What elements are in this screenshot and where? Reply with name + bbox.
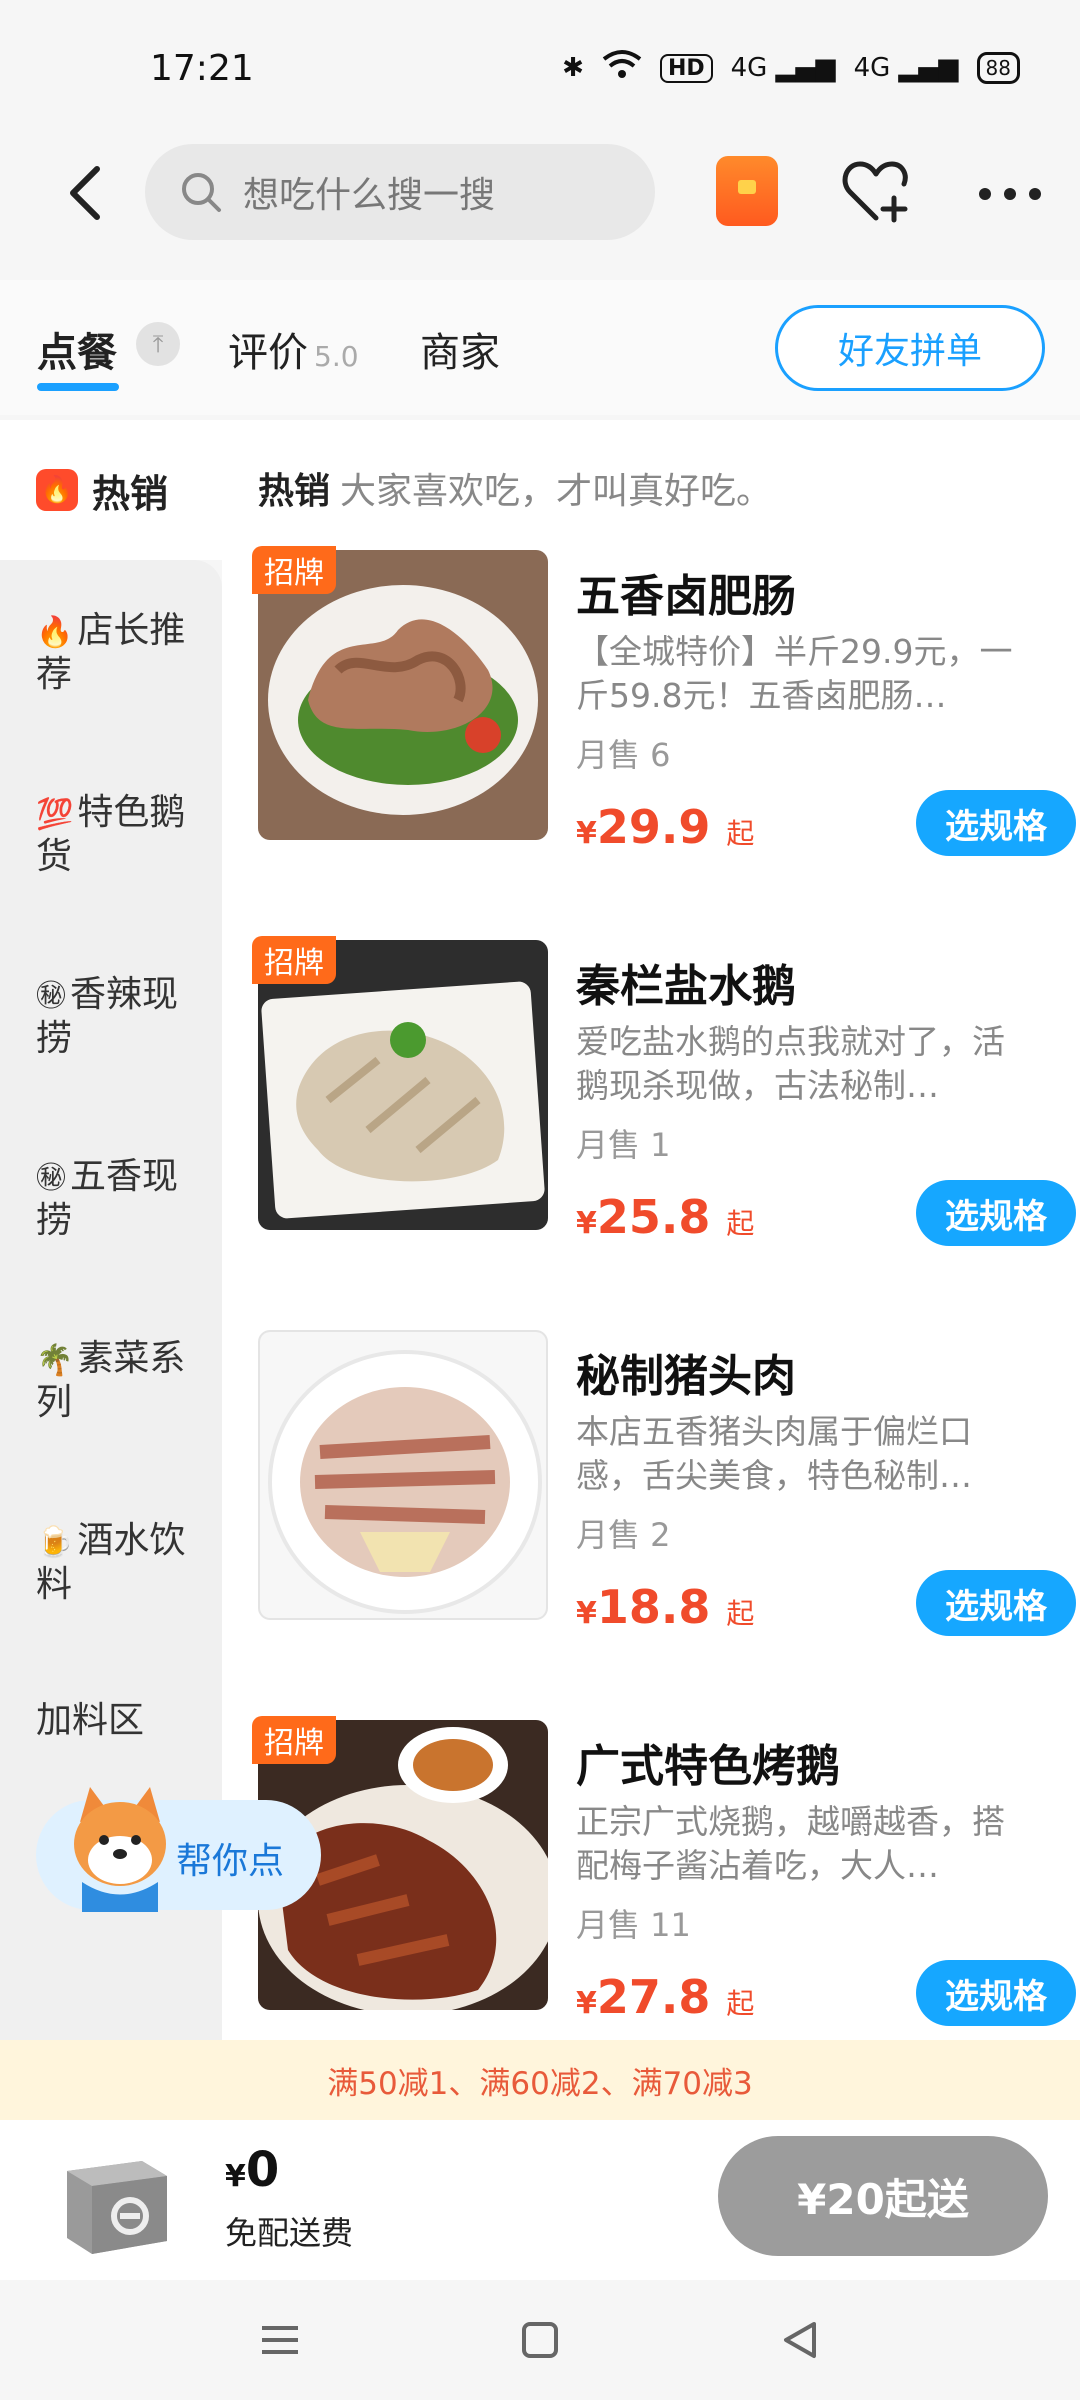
- product-item[interactable]: 招牌 秦栏盐水鹅 爱吃盐水鹅的点我就对了，活鹅现杀现做，古法秘制… 月售 1 ¥…: [252, 936, 1076, 1246]
- hundred-icon: 💯: [36, 797, 74, 832]
- monthly-sales: 月售 1: [576, 1126, 671, 1164]
- menu-nav-button[interactable]: [250, 2310, 310, 2370]
- status-icons: ✱ HD 4G ▂▄▆ 4G ▂▄▆ 88: [562, 49, 1020, 88]
- sidebar-item-five-spice[interactable]: ㊙五香现捞: [36, 1156, 196, 1242]
- battery-icon: 88: [976, 52, 1020, 84]
- favorite-add-button[interactable]: [840, 156, 912, 228]
- signature-badge: 招牌: [252, 936, 336, 984]
- product-price: ¥29.9 起: [576, 800, 755, 854]
- red-packet-icon[interactable]: [716, 156, 778, 226]
- pin-top-icon[interactable]: ⤒: [136, 322, 180, 366]
- group-order-button[interactable]: 好友拼单: [775, 305, 1045, 391]
- product-price: ¥27.8 起: [576, 1970, 755, 2024]
- signature-badge: 招牌: [252, 1716, 336, 1764]
- help-order-label: 帮你点: [176, 1841, 285, 1882]
- product-description: 爱吃盐水鹅的点我就对了，活鹅现杀现做，古法秘制…: [576, 1022, 1005, 1105]
- promo-bar[interactable]: 满50减1、满60减2、满70减3: [0, 2040, 1080, 2120]
- product-list: 热销 大家喜欢吃，才叫真好吃。 招牌 五香卤肥肠 【全城特价】半斤29.9元，一斤…: [222, 420, 1080, 2040]
- status-time: 17:21: [150, 47, 254, 89]
- section-title: 热销: [258, 471, 331, 512]
- fire-icon: 🔥: [36, 615, 74, 650]
- back-button[interactable]: [50, 148, 120, 238]
- signature-badge: 招牌: [252, 546, 336, 594]
- more-icon: [979, 188, 1041, 200]
- back-nav-button[interactable]: [770, 2310, 830, 2370]
- heart-plus-icon: [842, 161, 908, 223]
- flame-icon: 🔥: [36, 469, 78, 511]
- product-item[interactable]: 招牌 五香卤肥肠 【全城特价】半斤29.9元，一斤59.8元！五香卤肥肠… 月售…: [252, 546, 1076, 856]
- product-title[interactable]: 五香卤肥肠: [576, 560, 796, 624]
- square-icon: [522, 2322, 558, 2358]
- system-nav-bar: [0, 2280, 1080, 2400]
- product-description: 【全城特价】半斤29.9元，一斤59.8元！五香卤肥肠…: [576, 632, 1013, 715]
- status-bar: 17:21 ✱ HD 4G ▂▄▆ 4G ▂▄▆ 88: [0, 0, 1080, 136]
- select-spec-button[interactable]: 选规格: [916, 1960, 1076, 2026]
- cart-bar: ¥0 免配送费 ¥20起送: [0, 2120, 1080, 2280]
- sidebar-item-label: 加料区: [36, 1700, 145, 1741]
- monthly-sales: 月售 11: [576, 1906, 691, 1944]
- tab-order[interactable]: 点餐: [37, 320, 117, 378]
- select-spec-button[interactable]: 选规格: [916, 1180, 1076, 1246]
- product-description: 本店五香猪头肉属于偏烂口感，舌尖美食，特色秘制…: [576, 1412, 972, 1495]
- select-spec-button[interactable]: 选规格: [916, 1570, 1076, 1636]
- monthly-sales: 月售 6: [576, 736, 671, 774]
- promo-text: 满50减1、满60减2、满70减3: [327, 2065, 753, 2102]
- sidebar-item-goose[interactable]: 💯 特色鹅货: [36, 792, 196, 878]
- hd-icon: HD: [659, 53, 713, 83]
- tab-merchant[interactable]: 商家: [420, 320, 500, 378]
- signal-icon-2: 4G ▂▄▆: [853, 53, 959, 83]
- sidebar-item-label: 热销: [92, 471, 169, 516]
- help-order-button[interactable]: 帮你点: [36, 1787, 321, 1912]
- tab-reviews[interactable]: 评价 5.0: [228, 320, 359, 378]
- search-input[interactable]: 想吃什么搜一搜: [145, 144, 655, 240]
- shiba-mascot-icon: [74, 1787, 166, 1912]
- secret-icon: ㊙: [36, 1161, 66, 1196]
- chevron-left-icon: [70, 166, 100, 220]
- signal-icon-1: 4G ▂▄▆: [730, 53, 836, 83]
- select-spec-button[interactable]: 选规格: [916, 790, 1076, 856]
- product-price: ¥18.8 起: [576, 1580, 755, 1634]
- search-icon: [182, 173, 221, 212]
- product-item[interactable]: 招牌 广式特色烤鹅 正宗广式烧鹅，越嚼越香，搭配梅子酱沾着吃，大人… 月售 11…: [252, 1716, 1076, 2026]
- home-nav-button[interactable]: [510, 2310, 570, 2370]
- sidebar-item-manager-pick[interactable]: 🔥 店长推荐: [36, 610, 196, 696]
- cart-box-icon[interactable]: [52, 2136, 182, 2266]
- cart-total: ¥0: [225, 2142, 280, 2198]
- sidebar-item-hot[interactable]: 🔥 热销: [0, 420, 222, 560]
- tab-underline: [37, 383, 119, 391]
- monthly-sales: 月售 2: [576, 1516, 671, 1554]
- product-item[interactable]: 秘制猪头肉 本店五香猪头肉属于偏烂口感，舌尖美食，特色秘制… 月售 2 ¥18.…: [258, 1330, 1076, 1636]
- section-header: 热销 大家喜欢吃，才叫真好吃。: [258, 462, 772, 514]
- product-title[interactable]: 秦栏盐水鹅: [576, 950, 796, 1014]
- product-title[interactable]: 秘制猪头肉: [576, 1340, 796, 1404]
- sidebar-item-drinks[interactable]: 🍺 酒水饮料: [36, 1520, 196, 1606]
- bluetooth-icon: ✱: [562, 53, 584, 83]
- palm-tree-icon: 🌴: [36, 1343, 74, 1378]
- sidebar-item-vegetables[interactable]: 🌴 素菜系列: [36, 1338, 196, 1424]
- product-image[interactable]: [258, 1330, 548, 1620]
- rating-value: 5.0: [314, 340, 359, 373]
- delivery-fee: 免配送费: [225, 2214, 354, 2252]
- product-description: 正宗广式烧鹅，越嚼越香，搭配梅子酱沾着吃，大人…: [576, 1802, 1005, 1885]
- product-price: ¥25.8 起: [576, 1190, 755, 1244]
- menu-icon: [262, 2326, 298, 2354]
- section-subtitle: 大家喜欢吃，才叫真好吃。: [340, 471, 773, 512]
- wifi-icon: [602, 49, 642, 88]
- search-placeholder: 想吃什么搜一搜: [243, 175, 496, 216]
- triangle-back-icon: [784, 2322, 816, 2358]
- sidebar-item-spicy[interactable]: ㊙香辣现捞: [36, 974, 196, 1060]
- more-button[interactable]: [975, 164, 1045, 224]
- top-bar: 想吃什么搜一搜: [0, 136, 1080, 246]
- secret-icon: ㊙: [36, 979, 66, 1014]
- checkout-button[interactable]: ¥20起送: [718, 2136, 1048, 2256]
- product-title[interactable]: 广式特色烤鹅: [576, 1730, 840, 1794]
- sidebar-item-addons[interactable]: 加料区: [36, 1700, 196, 1742]
- beer-icon: 🍺: [36, 1525, 74, 1560]
